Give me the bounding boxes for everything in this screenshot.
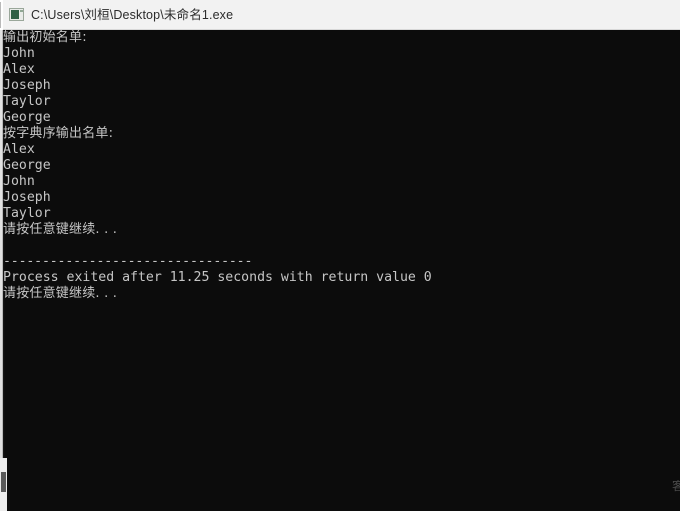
console-app-icon	[9, 8, 24, 21]
console-line: Process exited after 11.25 seconds with …	[3, 270, 432, 285]
console-line: 请按任意键继续. . .	[3, 222, 118, 237]
console-line: John	[3, 46, 35, 61]
console-window: C:\Users\刘桓\Desktop\未命名1.exe 输出初始名单: John…	[0, 0, 680, 511]
console-output-area[interactable]: 输出初始名单: John Alex Joseph Taylor George 按字典序输出名…	[0, 30, 680, 511]
console-line: Taylor	[3, 94, 51, 109]
console-app-icon-bar	[20, 10, 23, 12]
console-app-icon-screen	[11, 10, 19, 19]
right-edge-ghost-artifact: 客	[672, 480, 680, 493]
console-line: 输出初始名单:	[3, 30, 87, 45]
console-line: George	[3, 110, 51, 125]
console-line: Taylor	[3, 206, 51, 221]
console-line: --------------------------------	[3, 254, 253, 269]
console-line: Joseph	[3, 78, 51, 93]
console-line: Joseph	[3, 190, 51, 205]
console-line: George	[3, 158, 51, 173]
window-title: C:\Users\刘桓\Desktop\未命名1.exe	[31, 7, 234, 22]
console-line: Alex	[3, 62, 35, 77]
console-line: Alex	[3, 142, 35, 157]
console-line: John	[3, 174, 35, 189]
console-line: 按字典序输出名单:	[3, 126, 114, 141]
left-edge-lower-artifact-dark	[1, 472, 6, 492]
console-text-block: 输出初始名单: John Alex Joseph Taylor George 按字典序输出名…	[3, 30, 680, 302]
title-bar[interactable]: C:\Users\刘桓\Desktop\未命名1.exe	[0, 0, 680, 30]
console-line: 请按任意键继续. . .	[3, 286, 118, 301]
